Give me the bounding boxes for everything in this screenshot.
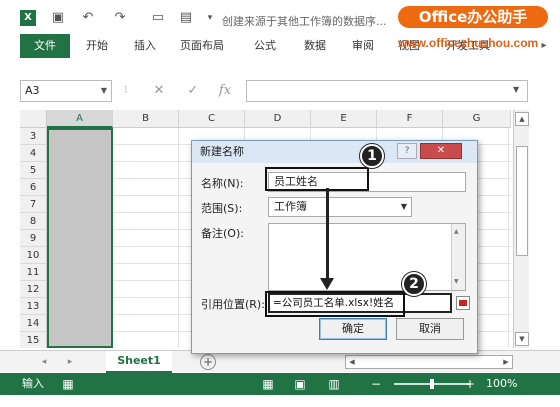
cancel-button[interactable]: 取消 — [396, 318, 464, 340]
prev-sheet-icon[interactable]: ◂ — [38, 355, 50, 369]
name-box[interactable]: A3 ▼ — [20, 80, 112, 102]
row-header[interactable]: 4 — [20, 145, 47, 162]
name-box-value: A3 — [25, 84, 40, 97]
formula-input[interactable] — [246, 80, 528, 102]
title-bar: X ▣ ↶ ↷ ▭ ▤ ▾ 创建来源于其他工作簿的数据序... Office办公… — [0, 0, 560, 32]
brand-url: www.officezhushou.com — [398, 36, 539, 50]
row-header[interactable]: 6 — [20, 179, 47, 196]
scroll-down-icon[interactable]: ▼ — [454, 278, 459, 285]
expand-formula-bar-icon[interactable]: ▼ — [513, 85, 519, 94]
open-folder-icon[interactable]: ▭ — [150, 10, 166, 26]
brand-badge: Office办公助手 — [398, 6, 548, 28]
print-preview-icon[interactable]: ▤ — [178, 10, 194, 26]
refers-to-label: 引用位置(R): — [201, 298, 265, 311]
sheet-tab-sheet1[interactable]: Sheet1 — [106, 351, 172, 373]
column-header-f[interactable]: F — [377, 110, 443, 128]
zoom-in-icon[interactable]: + — [462, 376, 478, 392]
row-header[interactable]: 7 — [20, 196, 47, 213]
horizontal-scrollbar[interactable]: ◀ ▶ — [345, 355, 513, 369]
step-marker-2: 2 — [402, 272, 426, 296]
macro-record-icon[interactable]: ▦ — [60, 376, 76, 392]
row-header[interactable]: 12 — [20, 281, 47, 298]
row-header[interactable]: 13 — [20, 298, 47, 315]
insert-function-icon[interactable]: fx — [216, 82, 234, 100]
tab-file[interactable]: 文件 — [20, 34, 70, 58]
vertical-scrollbar[interactable]: ▲ ▼ — [513, 110, 529, 348]
step-marker-1: 1 — [360, 144, 384, 168]
column-header-d[interactable]: D — [245, 110, 311, 128]
tab-insert[interactable]: 插入 — [134, 34, 156, 58]
chevron-down-icon[interactable]: ▼ — [401, 198, 407, 216]
tab-home[interactable]: 开始 — [86, 34, 108, 58]
tab-data[interactable]: 数据 — [304, 34, 326, 58]
comment-scrollbar[interactable]: ▲ ▼ — [451, 224, 465, 290]
column-header-g[interactable]: G — [443, 110, 511, 128]
save-icon[interactable]: ▣ — [50, 10, 66, 26]
zoom-out-icon[interactable]: − — [368, 376, 384, 392]
page-break-view-icon[interactable]: ▥ — [326, 376, 342, 392]
cancel-entry-icon[interactable]: ✕ — [150, 82, 168, 100]
annotation-arrow — [326, 188, 329, 280]
status-bar: 输入 ▦ ▦ ▣ ▥ − + 100% — [0, 373, 560, 395]
add-sheet-icon[interactable]: + — [200, 354, 216, 370]
scope-label: 范围(S): — [201, 202, 243, 215]
row-header[interactable]: 3 — [20, 128, 47, 145]
row-header[interactable]: 9 — [20, 230, 47, 247]
select-all-corner[interactable] — [20, 110, 47, 128]
name-highlight-box — [265, 167, 369, 191]
help-button[interactable]: ? — [397, 143, 417, 159]
row-header[interactable]: 11 — [20, 264, 47, 281]
undo-icon[interactable]: ↶ — [80, 10, 96, 26]
page-layout-view-icon[interactable]: ▣ — [292, 376, 308, 392]
comment-label: 备注(O): — [201, 227, 244, 240]
column-header-c[interactable]: C — [179, 110, 245, 128]
normal-view-icon[interactable]: ▦ — [260, 376, 276, 392]
column-header-a[interactable]: A — [47, 110, 113, 128]
tab-page-layout[interactable]: 页面布局 — [180, 34, 224, 58]
document-title: 创建来源于其他工作簿的数据序... — [222, 15, 387, 28]
zoom-slider-thumb[interactable] — [430, 379, 434, 389]
formula-bar-separator: ⁝ — [124, 83, 128, 96]
tab-formulas[interactable]: 公式 — [254, 34, 276, 58]
scroll-right-icon[interactable]: ▶ — [500, 356, 512, 368]
ok-button[interactable]: 确定 — [319, 318, 387, 340]
column-header-b[interactable]: B — [113, 110, 179, 128]
comment-textarea[interactable]: ▲ ▼ — [268, 223, 466, 291]
dialog-title: 新建名称 — [200, 145, 244, 158]
row-header[interactable]: 10 — [20, 247, 47, 264]
redo-icon[interactable]: ↷ — [112, 10, 128, 26]
excel-logo-icon: X — [20, 10, 36, 26]
scroll-down-icon[interactable]: ▼ — [515, 332, 529, 346]
zoom-level[interactable]: 100% — [486, 373, 517, 395]
mode-indicator: 输入 — [22, 377, 44, 390]
formula-bar: A3 ▼ ⁝ ✕ ✓ fx ▼ — [0, 77, 560, 105]
row-header[interactable]: 14 — [20, 315, 47, 332]
scroll-left-icon[interactable]: ◀ — [346, 356, 358, 368]
confirm-entry-icon[interactable]: ✓ — [184, 82, 202, 100]
vertical-scroll-thumb[interactable] — [516, 146, 528, 256]
scope-select[interactable]: 工作簿 ▼ — [268, 197, 412, 217]
close-button[interactable]: ✕ — [420, 143, 462, 159]
scope-value: 工作簿 — [274, 200, 307, 213]
dialog-title-bar[interactable]: 新建名称 ? ✕ — [192, 141, 477, 163]
tab-review[interactable]: 审阅 — [352, 34, 374, 58]
next-sheet-icon[interactable]: ▸ — [64, 355, 76, 369]
customize-toolbar-icon[interactable]: ▾ — [202, 10, 218, 26]
scroll-up-icon[interactable]: ▲ — [454, 228, 459, 235]
row-header[interactable]: 15 — [20, 332, 47, 348]
scroll-up-icon[interactable]: ▲ — [515, 112, 529, 126]
selected-column-range[interactable] — [47, 128, 113, 348]
annotation-arrow-head-icon — [320, 278, 334, 290]
refers-to-highlight-box — [265, 291, 405, 317]
chevron-down-icon[interactable]: ▼ — [101, 81, 107, 101]
name-label: 名称(N): — [201, 177, 244, 190]
collapse-dialog-icon[interactable] — [456, 296, 470, 310]
row-header[interactable]: 5 — [20, 162, 47, 179]
row-header[interactable]: 8 — [20, 213, 47, 230]
column-header-e[interactable]: E — [311, 110, 377, 128]
